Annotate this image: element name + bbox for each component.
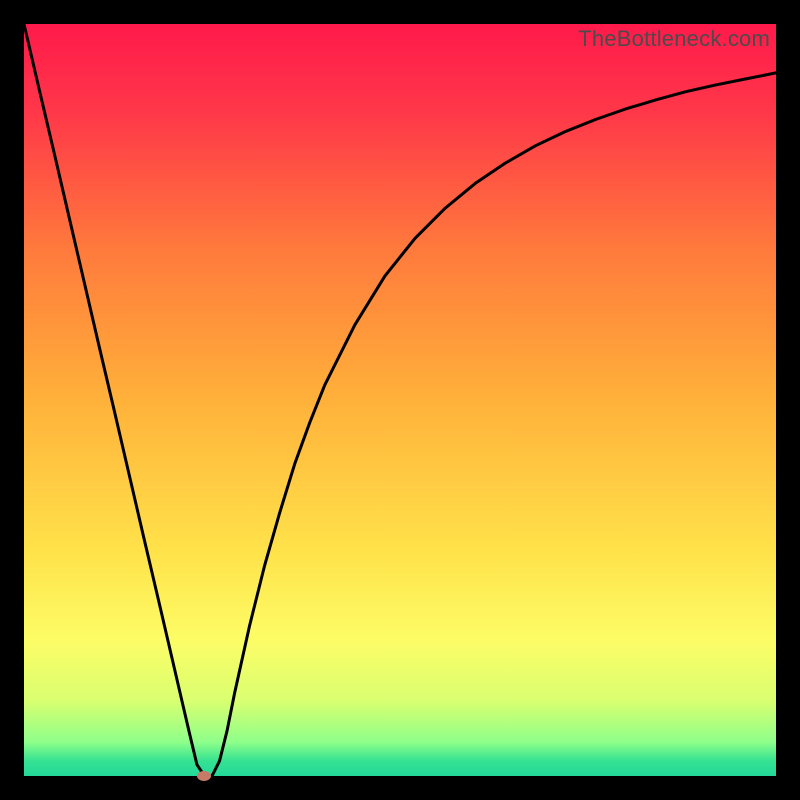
chart-frame: TheBottleneck.com [24, 24, 776, 776]
bottleneck-chart [24, 24, 776, 776]
optimal-point-marker [197, 771, 211, 781]
gradient-background [24, 24, 776, 776]
watermark-text: TheBottleneck.com [578, 26, 770, 52]
